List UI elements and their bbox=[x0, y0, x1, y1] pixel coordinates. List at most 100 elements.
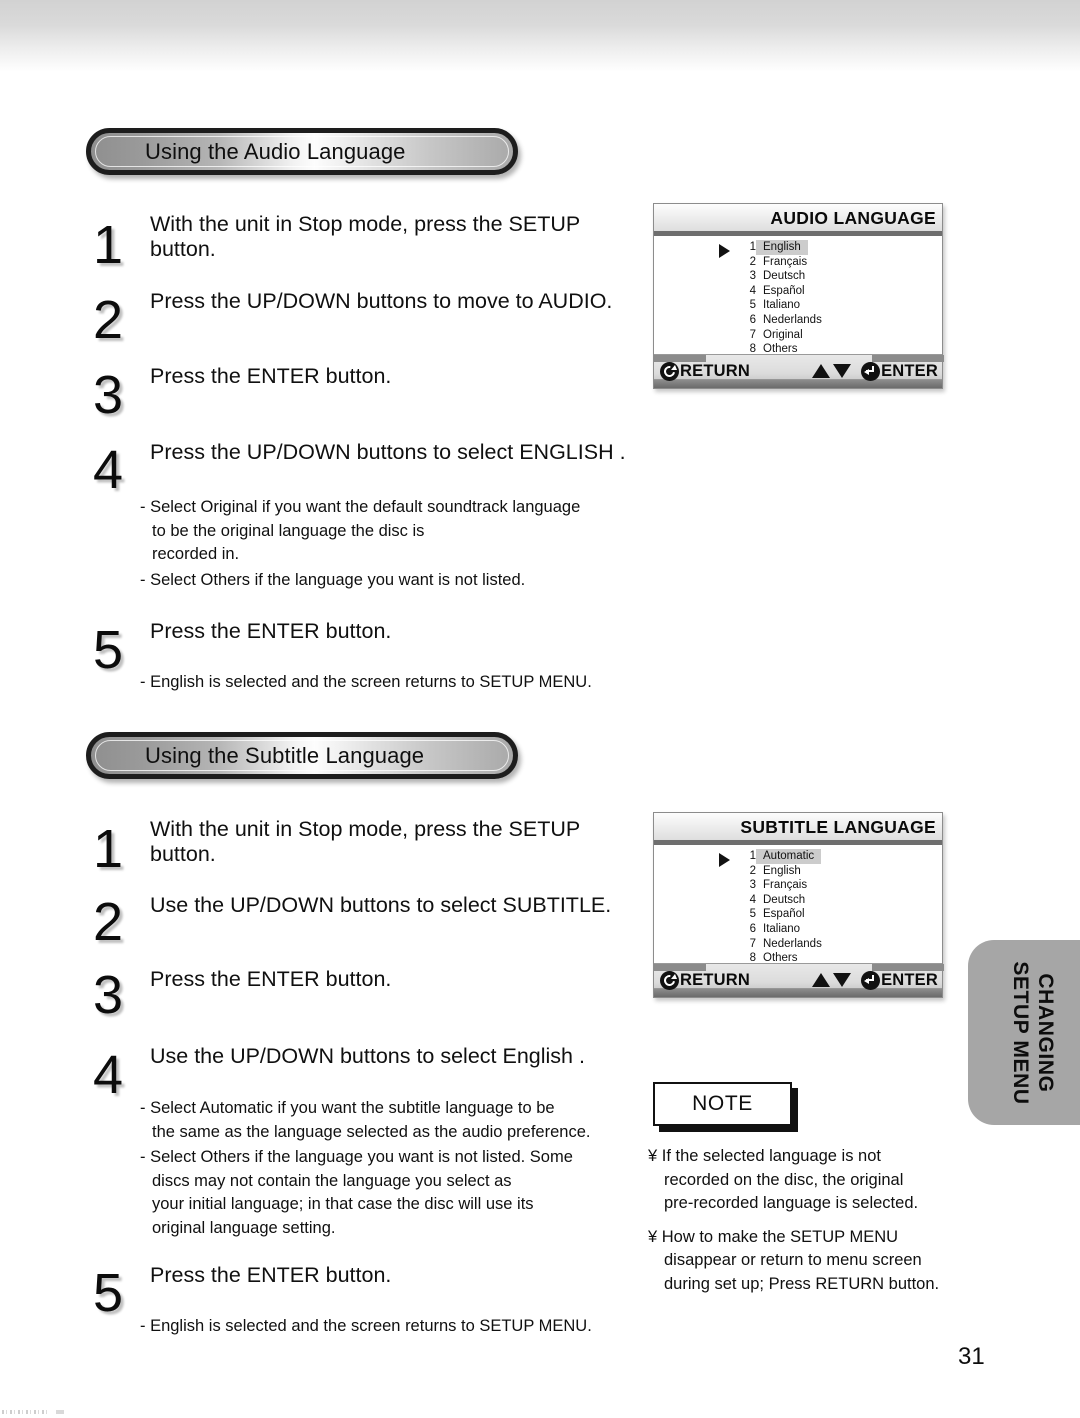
enter-icon[interactable] bbox=[861, 361, 881, 381]
osd-item-number: 1 bbox=[749, 850, 756, 862]
osd-item-number: 1 bbox=[749, 241, 756, 253]
side-tab-line-2: SETUP MENU bbox=[1009, 960, 1032, 1105]
osd-list-item[interactable]: 6 Italiano bbox=[742, 922, 822, 937]
osd-item-number: 6 bbox=[749, 922, 756, 935]
return-icon[interactable] bbox=[660, 361, 679, 381]
up-down-arrows-icon[interactable] bbox=[811, 362, 853, 380]
osd-language-list-audio: 1 English 2 Français 3 Deutsch 4 Español… bbox=[742, 240, 822, 357]
osd-list-item[interactable]: 3 Deutsch bbox=[742, 269, 822, 284]
return-icon[interactable] bbox=[660, 970, 679, 990]
osd-item-label: Deutsch bbox=[763, 893, 806, 906]
step-number-subtitle-4: 4 bbox=[93, 1045, 124, 1105]
osd-item-number: 2 bbox=[749, 864, 756, 877]
step-number-audio-2: 2 bbox=[93, 290, 124, 350]
osd-body-audio: 1 English 2 Français 3 Deutsch 4 Español… bbox=[654, 236, 942, 361]
audio-notes-after-step-4: - Select Original if you want the defaul… bbox=[140, 496, 670, 594]
osd-list-item[interactable]: 4 Español bbox=[742, 284, 822, 299]
step-text-audio-1: With the unit in Stop mode, press the SE… bbox=[150, 212, 581, 261]
page-number: 31 bbox=[958, 1343, 985, 1370]
osd-item-number: 2 bbox=[749, 255, 756, 268]
section-heading-audio-label: Using the Audio Language bbox=[145, 138, 406, 164]
osd-enter-label: ENTER bbox=[881, 970, 938, 989]
osd-list-item[interactable]: 4 Deutsch bbox=[742, 893, 822, 908]
note-label: NOTE bbox=[692, 1092, 753, 1115]
osd-list-item[interactable]: 7 Nederlands bbox=[742, 937, 822, 952]
osd-body-subtitle: 1 Automatic 2 English 3 Français 4 Deuts… bbox=[654, 845, 942, 970]
subtitle-notes-after-step-5: - English is selected and the screen ret… bbox=[140, 1315, 680, 1341]
down-arrow-icon bbox=[833, 364, 852, 378]
osd-title-subtitle: SUBTITLE LANGUAGE bbox=[740, 816, 936, 837]
osd-list-item[interactable]: 6 Nederlands bbox=[742, 313, 822, 328]
osd-item-label: Français bbox=[763, 879, 808, 892]
step-number-subtitle-2: 2 bbox=[93, 892, 124, 952]
osd-footer-row-audio: RETURN ENTER bbox=[654, 360, 942, 382]
step-text-subtitle-3: Press the ENTER button. bbox=[150, 967, 392, 991]
osd-item-number: 4 bbox=[749, 893, 756, 906]
step-text-audio-3: Press the ENTER button. bbox=[150, 364, 392, 388]
step-number-audio-4: 4 bbox=[93, 440, 124, 500]
subtitle-note-english-selected: - English is selected and the screen ret… bbox=[140, 1317, 592, 1335]
section-heading-audio-language: Using the Audio Language bbox=[86, 128, 518, 175]
osd-titlebar-audio: AUDIO LANGUAGE bbox=[654, 204, 942, 236]
osd-footer-audio: RETURN ENTER bbox=[654, 354, 944, 388]
step-number-subtitle-1: 1 bbox=[93, 819, 124, 879]
osd-screen-subtitle-language: SUBTITLE LANGUAGE 1 Automatic 2 English … bbox=[653, 812, 944, 998]
osd-list-item[interactable]: 2 English bbox=[742, 864, 822, 879]
step-text-subtitle-4: Use the UP/DOWN buttons to select Englis… bbox=[150, 1044, 585, 1068]
osd-screen-audio-language: AUDIO LANGUAGE 1 English 2 Français 3 De… bbox=[653, 203, 944, 389]
osd-list-item[interactable]: 1 English bbox=[742, 240, 822, 255]
osd-footer-subtitle: RETURN ENTER bbox=[654, 963, 944, 997]
subtitle-notes-after-step-4: - Select Automatic if you want the subti… bbox=[140, 1097, 650, 1242]
step-text-audio-2: Press the UP/DOWN buttons to move to AUD… bbox=[150, 289, 613, 313]
page-top-gradient-band bbox=[0, 0, 1080, 72]
audio-note-english-selected: - English is selected and the screen ret… bbox=[140, 673, 592, 691]
up-down-arrows-icon[interactable] bbox=[811, 971, 853, 989]
osd-item-number: 3 bbox=[749, 879, 756, 892]
step-text-audio-5: Press the ENTER button. bbox=[150, 619, 392, 643]
enter-icon[interactable] bbox=[861, 970, 881, 990]
step-number-subtitle-5: 5 bbox=[93, 1263, 124, 1323]
step-text-audio-4: Press the UP/DOWN buttons to select ENGL… bbox=[150, 440, 626, 464]
osd-item-label: Nederlands bbox=[763, 313, 822, 326]
osd-item-label: Español bbox=[763, 908, 805, 921]
step-text-subtitle-5: Press the ENTER button. bbox=[150, 1263, 392, 1287]
osd-item-number: 5 bbox=[749, 908, 756, 921]
osd-list-item[interactable]: 3 Français bbox=[742, 878, 822, 893]
osd-item-label: Deutsch bbox=[763, 270, 806, 283]
scan-artifact bbox=[2, 1410, 48, 1414]
osd-item-label: Original bbox=[763, 328, 803, 341]
osd-list-item[interactable]: 1 Automatic bbox=[742, 849, 822, 864]
up-arrow-icon bbox=[812, 973, 831, 987]
osd-item-number: 3 bbox=[749, 270, 756, 283]
osd-item-label: Italiano bbox=[763, 922, 801, 935]
osd-item-number: 7 bbox=[749, 328, 756, 341]
audio-note-original: - Select Original if you want the defaul… bbox=[140, 498, 581, 563]
osd-item-number: 7 bbox=[749, 937, 756, 950]
step-number-subtitle-3: 3 bbox=[93, 965, 124, 1025]
audio-notes-after-step-5: - English is selected and the screen ret… bbox=[140, 671, 680, 697]
osd-list-item[interactable]: 2 Français bbox=[742, 255, 822, 270]
up-arrow-icon bbox=[812, 364, 831, 378]
side-tab-line-1: CHANGING bbox=[1034, 972, 1057, 1093]
osd-list-item[interactable]: 5 Español bbox=[742, 907, 822, 922]
osd-item-number: 6 bbox=[749, 313, 756, 326]
osd-titlebar-subtitle: SUBTITLE LANGUAGE bbox=[654, 813, 942, 845]
section-heading-subtitle-language: Using the Subtitle Language bbox=[86, 732, 518, 779]
osd-item-number: 5 bbox=[749, 299, 756, 312]
osd-return-label: RETURN bbox=[680, 970, 750, 989]
osd-title-audio: AUDIO LANGUAGE bbox=[770, 207, 936, 228]
osd-return-label: RETURN bbox=[680, 361, 750, 380]
side-tab-changing-setup-menu: CHANGING SETUP MENU bbox=[968, 940, 1080, 1125]
osd-item-label: English bbox=[756, 240, 808, 255]
osd-list-item[interactable]: 5 Italiano bbox=[742, 298, 822, 313]
cursor-arrow-icon bbox=[719, 853, 730, 867]
osd-item-label: Español bbox=[763, 284, 805, 297]
osd-footer-row-subtitle: RETURN ENTER bbox=[654, 969, 942, 991]
osd-item-label: Automatic bbox=[756, 849, 822, 864]
step-number-audio-5: 5 bbox=[93, 620, 124, 680]
osd-item-label: Nederlands bbox=[763, 937, 822, 950]
subtitle-note-others: - Select Others if the language you want… bbox=[140, 1148, 573, 1237]
osd-list-item[interactable]: 7 Original bbox=[742, 328, 822, 343]
step-text-subtitle-2: Use the UP/DOWN buttons to select SUBTIT… bbox=[150, 893, 612, 917]
step-number-audio-1: 1 bbox=[93, 215, 124, 275]
